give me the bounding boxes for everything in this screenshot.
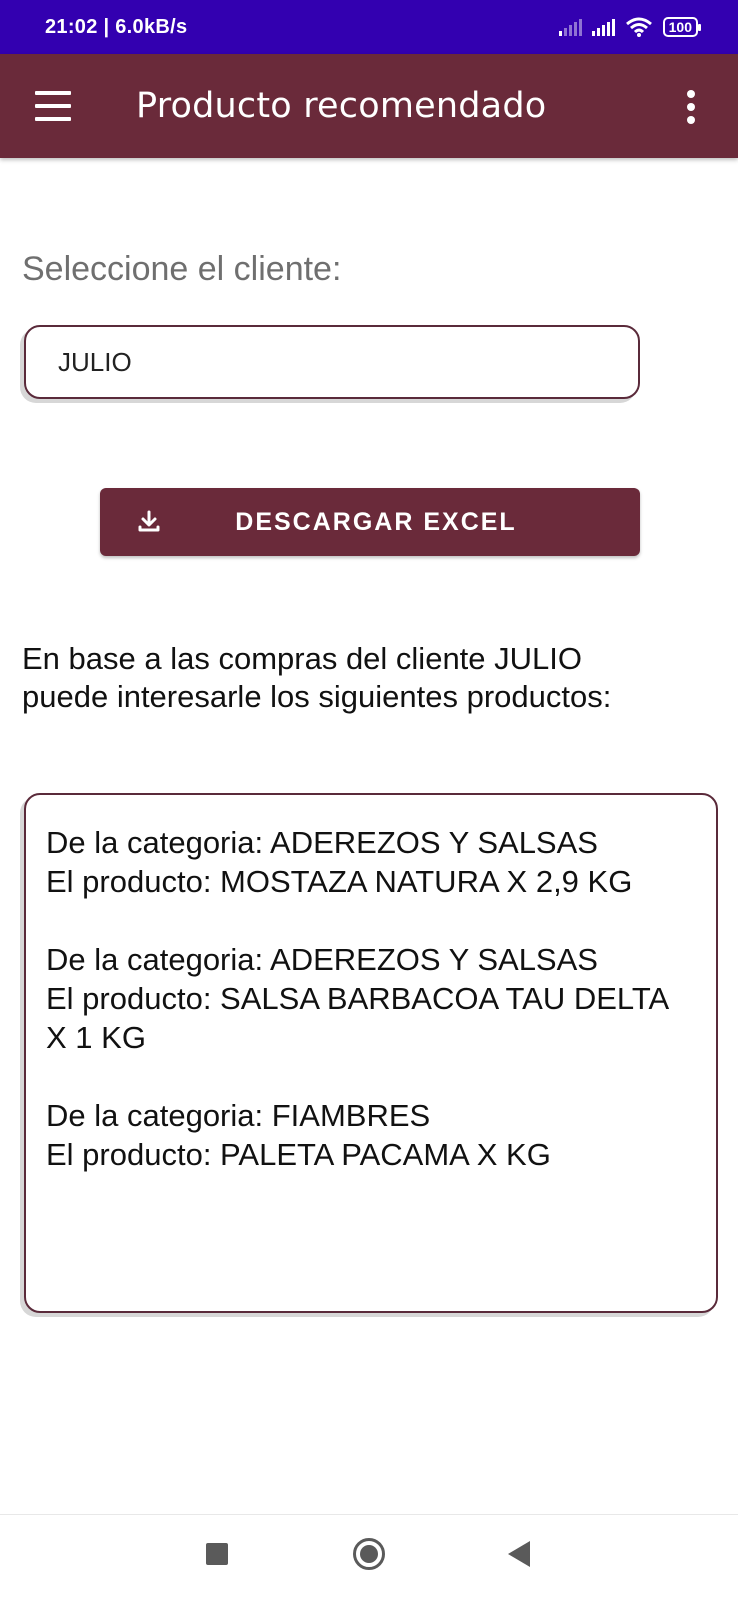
signal-2-icon [591, 18, 615, 36]
recommendation-item: De la categoria: FIAMBRES El producto: P… [46, 1096, 696, 1174]
download-excel-label: DESCARGAR EXCEL [235, 507, 517, 536]
recommendation-product: El producto: MOSTAZA NATURA X 2,9 KG [46, 864, 633, 899]
app-bar: Producto recomendado [0, 54, 738, 158]
page-title: Producto recomendado [136, 86, 547, 126]
recommendation-category: De la categoria: ADEREZOS Y SALSAS [46, 942, 598, 977]
recommendation-product: El producto: PALETA PACAMA X KG [46, 1137, 551, 1172]
status-time-speed: 21:02 | 6.0kB/s [45, 15, 188, 38]
client-label: Seleccione el cliente: [22, 250, 342, 288]
home-icon[interactable] [353, 1538, 385, 1570]
back-icon[interactable] [508, 1541, 530, 1567]
recommendation-category: De la categoria: ADEREZOS Y SALSAS [46, 825, 598, 860]
system-nav-bar [0, 1514, 738, 1600]
recommendation-item: De la categoria: ADEREZOS Y SALSAS El pr… [46, 823, 696, 901]
status-bar: 21:02 | 6.0kB/s 100 [0, 0, 738, 54]
battery-indicator: 100 [662, 17, 702, 37]
intro-text: En base a las compras del cliente JULIO … [22, 640, 722, 716]
recommendation-item: De la categoria: ADEREZOS Y SALSAS El pr… [46, 940, 696, 1057]
status-icons: 100 [558, 16, 702, 38]
recommendation-category: De la categoria: FIAMBRES [46, 1098, 431, 1133]
more-vert-icon[interactable] [686, 90, 696, 124]
recommendation-product: El producto: SALSA BARBACOA TAU DELTA X … [46, 981, 668, 1055]
client-select-value: JULIO [58, 346, 132, 377]
wifi-icon [625, 17, 652, 37]
recommendations-box[interactable]: De la categoria: ADEREZOS Y SALSAS El pr… [24, 793, 718, 1313]
battery-level: 100 [668, 19, 692, 35]
intro-line-1: En base a las compras del cliente JULIO [22, 641, 582, 676]
client-select[interactable]: JULIO [24, 325, 640, 399]
download-icon [136, 509, 162, 535]
signal-1-icon [558, 18, 582, 36]
menu-icon[interactable] [35, 91, 71, 121]
download-excel-button[interactable]: DESCARGAR EXCEL [100, 488, 640, 556]
recents-icon[interactable] [206, 1543, 228, 1565]
intro-line-2: puede interesarle los siguientes product… [22, 679, 612, 714]
